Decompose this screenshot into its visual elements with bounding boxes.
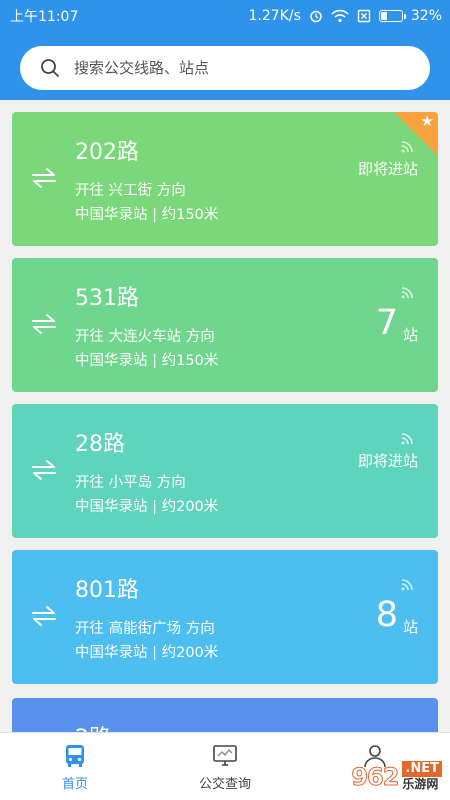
swap-direction-icon[interactable] <box>30 456 58 484</box>
tab-home[interactable]: 首页 <box>0 733 150 800</box>
stations-unit: 站 <box>402 618 418 636</box>
alarm-icon <box>310 10 322 23</box>
stop-distance: 中国华录站 | 约150米 <box>75 207 219 223</box>
route-number: 801路 <box>75 578 139 603</box>
route-card[interactable]: 202路开往 兴工街 方向中国华录站 | 约150米 即将进站 ★ <box>12 112 438 246</box>
monitor-icon <box>213 745 237 766</box>
watermark-logo: 962 .NET 乐游网 <box>351 761 442 792</box>
stop-distance: 中国华录站 | 约200米 <box>75 645 219 661</box>
bottom-nav: 首页 公交查询 962 .NET 乐游网 <box>0 732 450 800</box>
battery-icon <box>378 10 406 22</box>
no-sim-icon <box>357 9 371 23</box>
bus-icon <box>66 745 84 767</box>
swap-direction-icon[interactable] <box>30 310 58 338</box>
route-number: 28路 <box>75 432 125 457</box>
star-icon: ★ <box>420 112 434 130</box>
stop-distance: 中国华录站 | 约150米 <box>75 353 219 369</box>
tab-label: 公交查询 <box>198 777 251 792</box>
search-input[interactable] <box>74 59 394 77</box>
status-time: 上午11:07 <box>10 9 79 25</box>
realtime-signal-icon <box>401 579 413 591</box>
stations-away: 8 <box>375 595 398 635</box>
arrival-status: 即将进站 <box>357 160 418 178</box>
route-direction: 开往 小平岛 方向 <box>75 475 186 491</box>
route-direction: 开往 大连火车站 方向 <box>75 329 215 345</box>
arrival-status: 即将进站 <box>357 452 418 470</box>
realtime-signal-icon <box>401 433 413 445</box>
tab-bus-query[interactable]: 公交查询 <box>150 733 300 800</box>
route-card[interactable]: 531路开往 大连火车站 方向 中国华录站 | 约150米 7 站 <box>12 258 438 392</box>
route-card[interactable]: 801路开往 高能街广场 方向 中国华录站 | 约200米 8 站 <box>12 550 438 684</box>
route-number: 202路 <box>75 140 139 165</box>
swap-direction-icon[interactable] <box>30 602 58 630</box>
route-number: 531路 <box>75 286 139 311</box>
header-bar: 上午11:07 1.27K/s 32% <box>0 0 450 100</box>
stop-distance: 中国华录站 | 约200米 <box>75 499 219 515</box>
stations-unit: 站 <box>402 326 418 344</box>
route-card[interactable]: 28路开往 小平岛 方向中国华录站 | 约200米 即将进站 <box>12 404 438 538</box>
realtime-signal-icon <box>401 287 413 299</box>
search-box[interactable] <box>20 46 430 90</box>
swap-direction-icon[interactable] <box>30 164 58 192</box>
status-bar: 上午11:07 1.27K/s 32% <box>0 0 450 32</box>
tab-label: 首页 <box>61 777 88 792</box>
stations-away: 7 <box>375 303 398 343</box>
wifi-icon <box>331 9 349 23</box>
battery-level: 32% <box>410 8 442 24</box>
network-speed: 1.27K/s <box>248 8 301 24</box>
route-direction: 开往 高能街广场 方向 <box>75 621 215 637</box>
search-icon <box>41 59 59 77</box>
route-direction: 开往 兴工街 方向 <box>75 183 186 199</box>
